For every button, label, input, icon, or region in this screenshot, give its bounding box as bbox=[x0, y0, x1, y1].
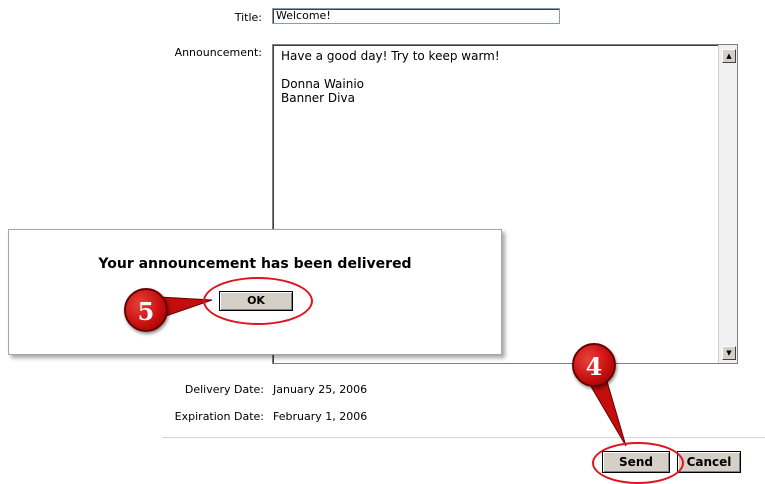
send-highlight-ring bbox=[592, 442, 684, 484]
callout-4-pointer bbox=[585, 377, 627, 447]
callout-5-marker: 5 bbox=[124, 288, 168, 332]
ok-highlight-ring bbox=[203, 277, 313, 325]
callout-pointers bbox=[159, 296, 627, 447]
callout-4-marker: 4 bbox=[572, 343, 616, 387]
